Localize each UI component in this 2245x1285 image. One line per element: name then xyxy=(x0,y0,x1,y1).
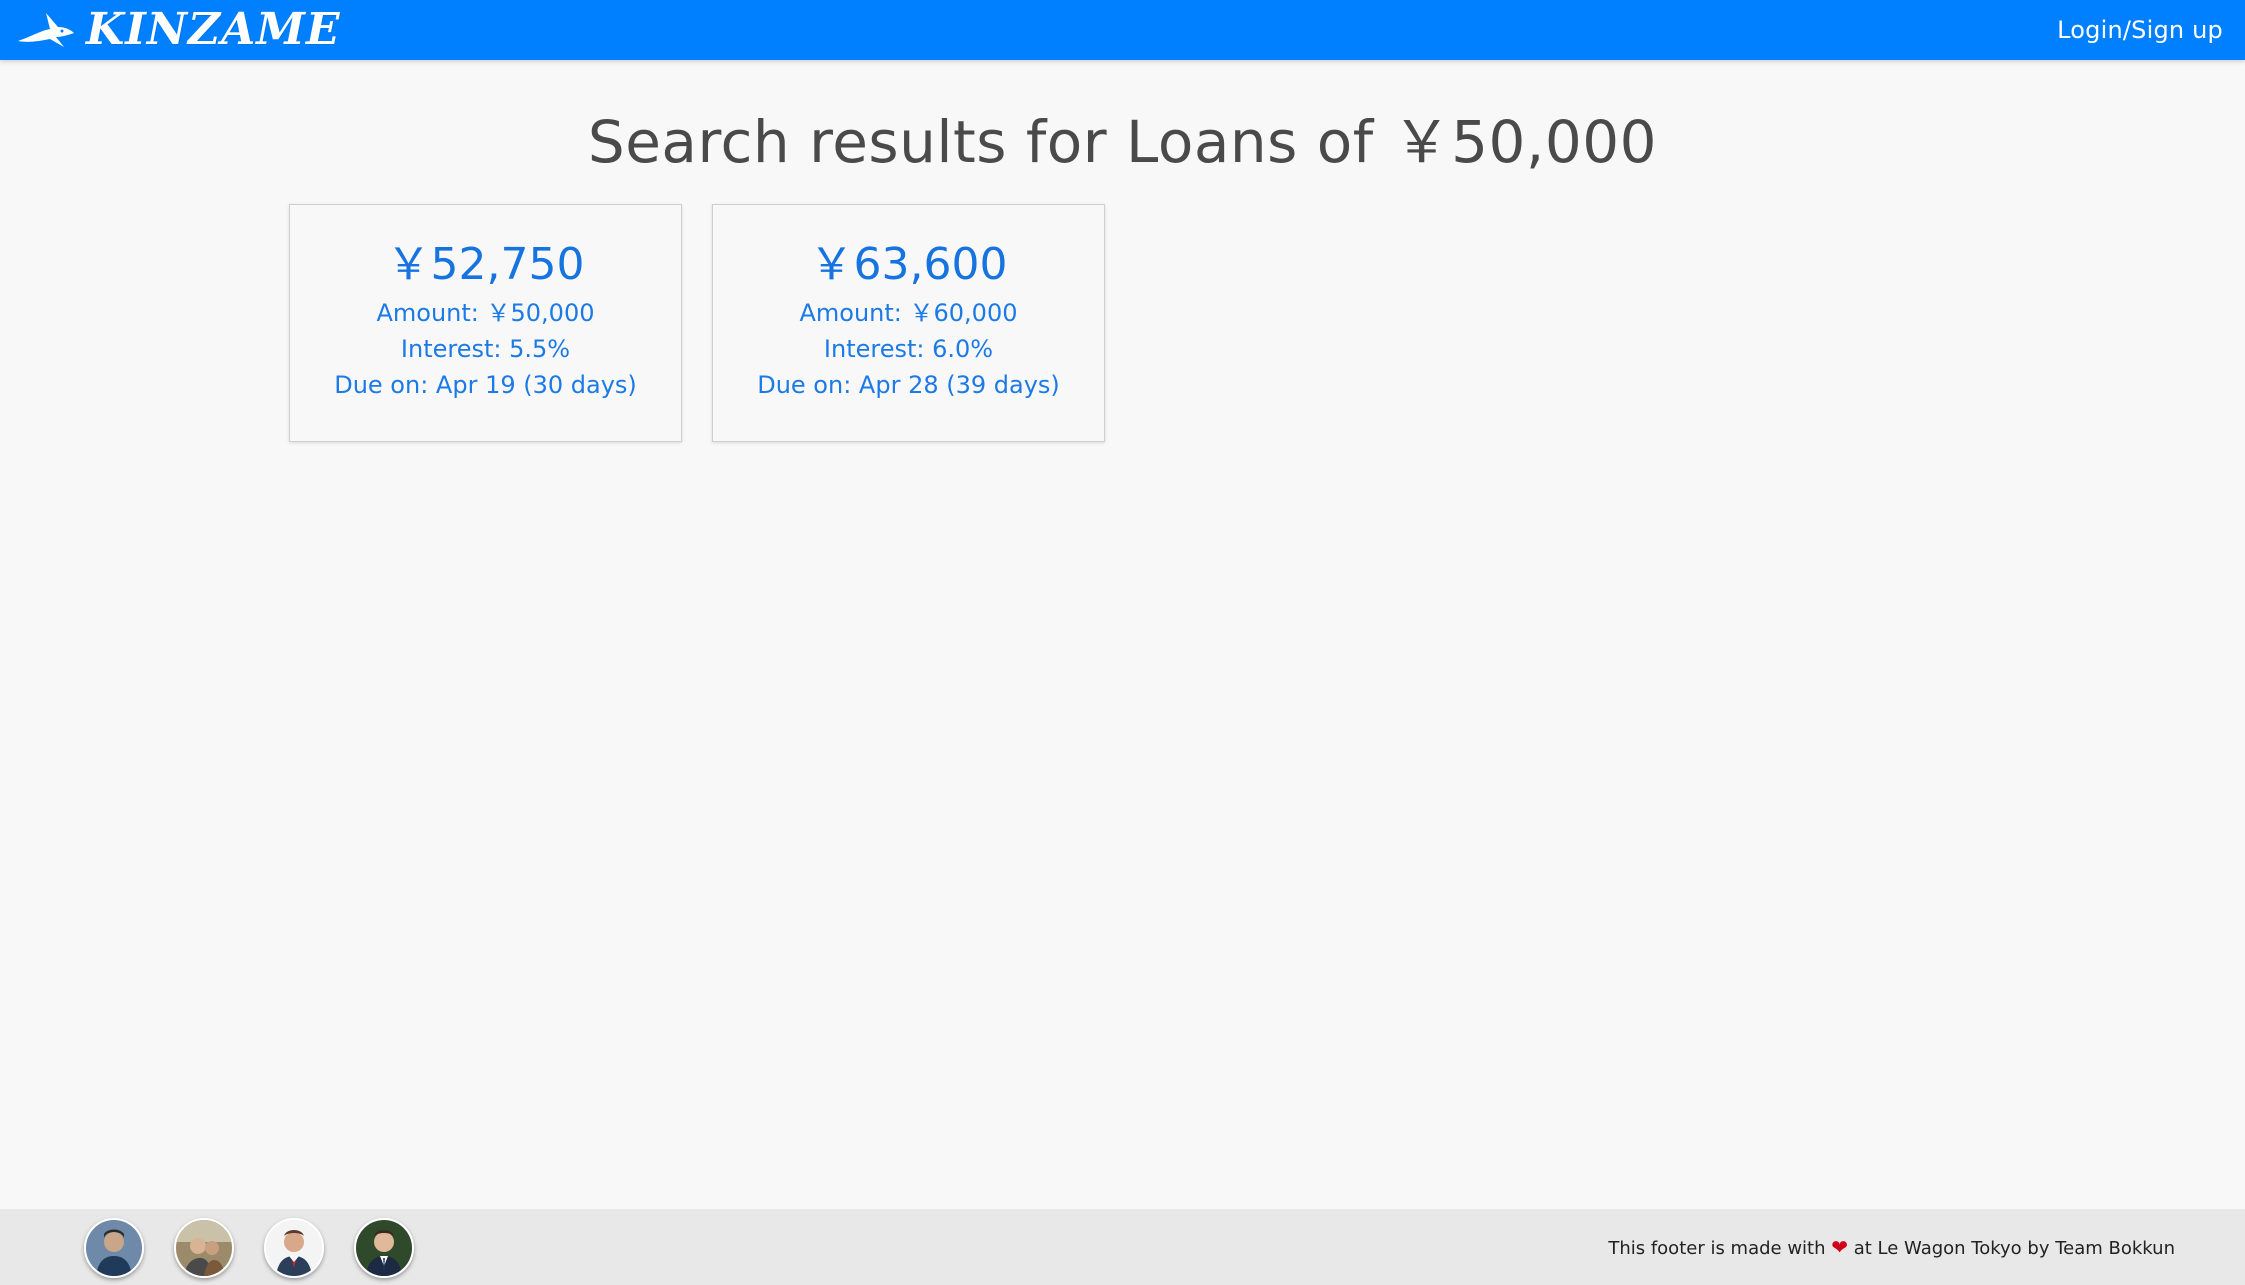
avatar[interactable] xyxy=(264,1218,324,1278)
footer-text-before: This footer is made with xyxy=(1608,1238,1832,1259)
loan-due-date: Due on: Apr 19 (30 days) xyxy=(334,371,637,399)
footer-text-after: at Le Wagon Tokyo by Team Bokkun xyxy=(1848,1238,2175,1259)
heart-icon: ❤ xyxy=(1831,1235,1849,1259)
brand-name: KINZAME xyxy=(86,4,341,55)
login-signup-link[interactable]: Login/Sign up xyxy=(2057,16,2223,44)
brand-logo-link[interactable]: KINZAME xyxy=(16,0,341,60)
loan-total: ￥63,600 xyxy=(809,239,1008,290)
shark-logo-icon xyxy=(18,13,74,47)
avatar[interactable] xyxy=(84,1218,144,1278)
loan-interest: Interest: 6.0% xyxy=(823,335,994,363)
avatar[interactable] xyxy=(174,1218,234,1278)
loan-card[interactable]: ￥52,750 Amount: ￥50,000 Interest: 5.5% D… xyxy=(289,204,682,442)
loan-amount: Amount: ￥60,000 xyxy=(799,299,1018,327)
navbar: KINZAME Login/Sign up xyxy=(0,0,2245,60)
footer-credit: This footer is made with ❤ at Le Wagon T… xyxy=(1608,1233,2175,1263)
loan-due-date: Due on: Apr 28 (39 days) xyxy=(757,371,1060,399)
footer: This footer is made with ❤ at Le Wagon T… xyxy=(0,1209,2245,1285)
loan-total: ￥52,750 xyxy=(386,239,585,290)
page-title: Search results for Loans of ￥50,000 xyxy=(587,108,1658,176)
avatar[interactable] xyxy=(354,1218,414,1278)
loan-interest: Interest: 5.5% xyxy=(400,335,571,363)
loan-card[interactable]: ￥63,600 Amount: ￥60,000 Interest: 6.0% D… xyxy=(712,204,1105,442)
loan-amount: Amount: ￥50,000 xyxy=(376,299,595,327)
